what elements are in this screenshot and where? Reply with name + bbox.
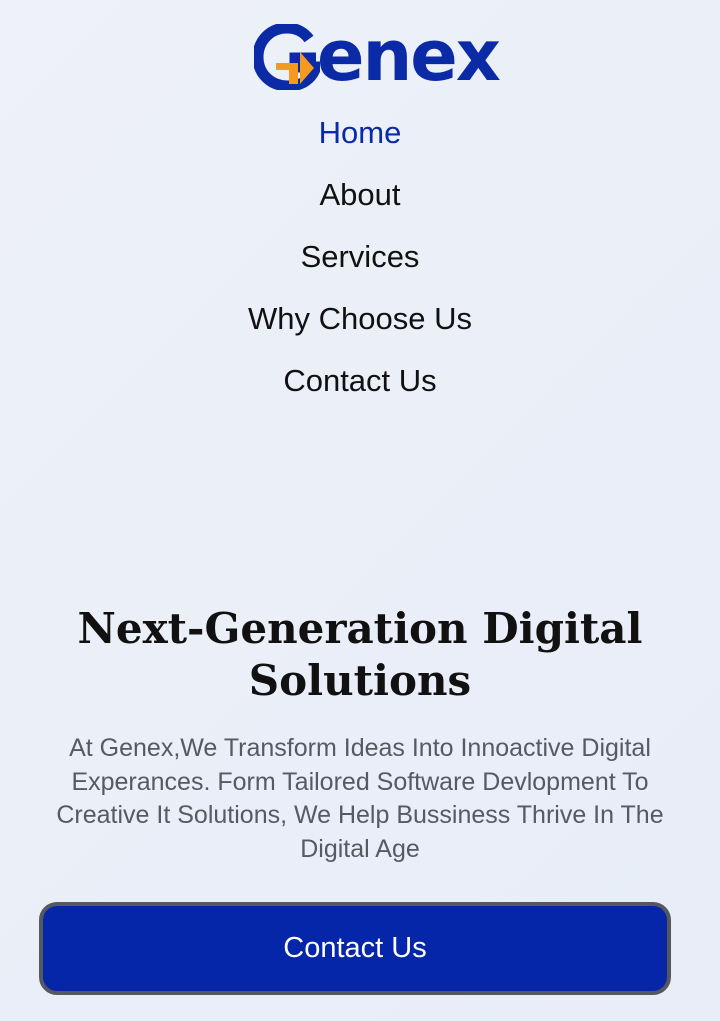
hero-title-line-2: Solutions <box>248 656 472 705</box>
nav-item-contact-us[interactable]: Contact Us <box>0 349 720 411</box>
logo-wordmark: enex <box>317 15 501 97</box>
nav-item-about[interactable]: About <box>0 163 720 225</box>
hero-title: Next-Generation Digital Solutions <box>40 603 680 707</box>
hero-section: Next-Generation Digital Solutions At Gen… <box>0 603 720 866</box>
hero-title-line-1: Next-Generation Digital <box>77 604 643 653</box>
genex-logo[interactable]: enex <box>254 15 501 97</box>
hero-description: At Genex,We Transform Ideas Into Innoact… <box>56 734 664 863</box>
main-navigation: Home About Services Why Choose Us Contac… <box>0 101 720 411</box>
g-arrow-logo-icon <box>254 24 320 90</box>
contact-cta-area: Contact Us <box>39 902 671 995</box>
nav-item-services[interactable]: Services <box>0 225 720 287</box>
nav-item-home[interactable]: Home <box>0 101 720 163</box>
contact-us-button[interactable]: Contact Us <box>39 902 671 995</box>
nav-item-why-choose-us[interactable]: Why Choose Us <box>0 287 720 349</box>
